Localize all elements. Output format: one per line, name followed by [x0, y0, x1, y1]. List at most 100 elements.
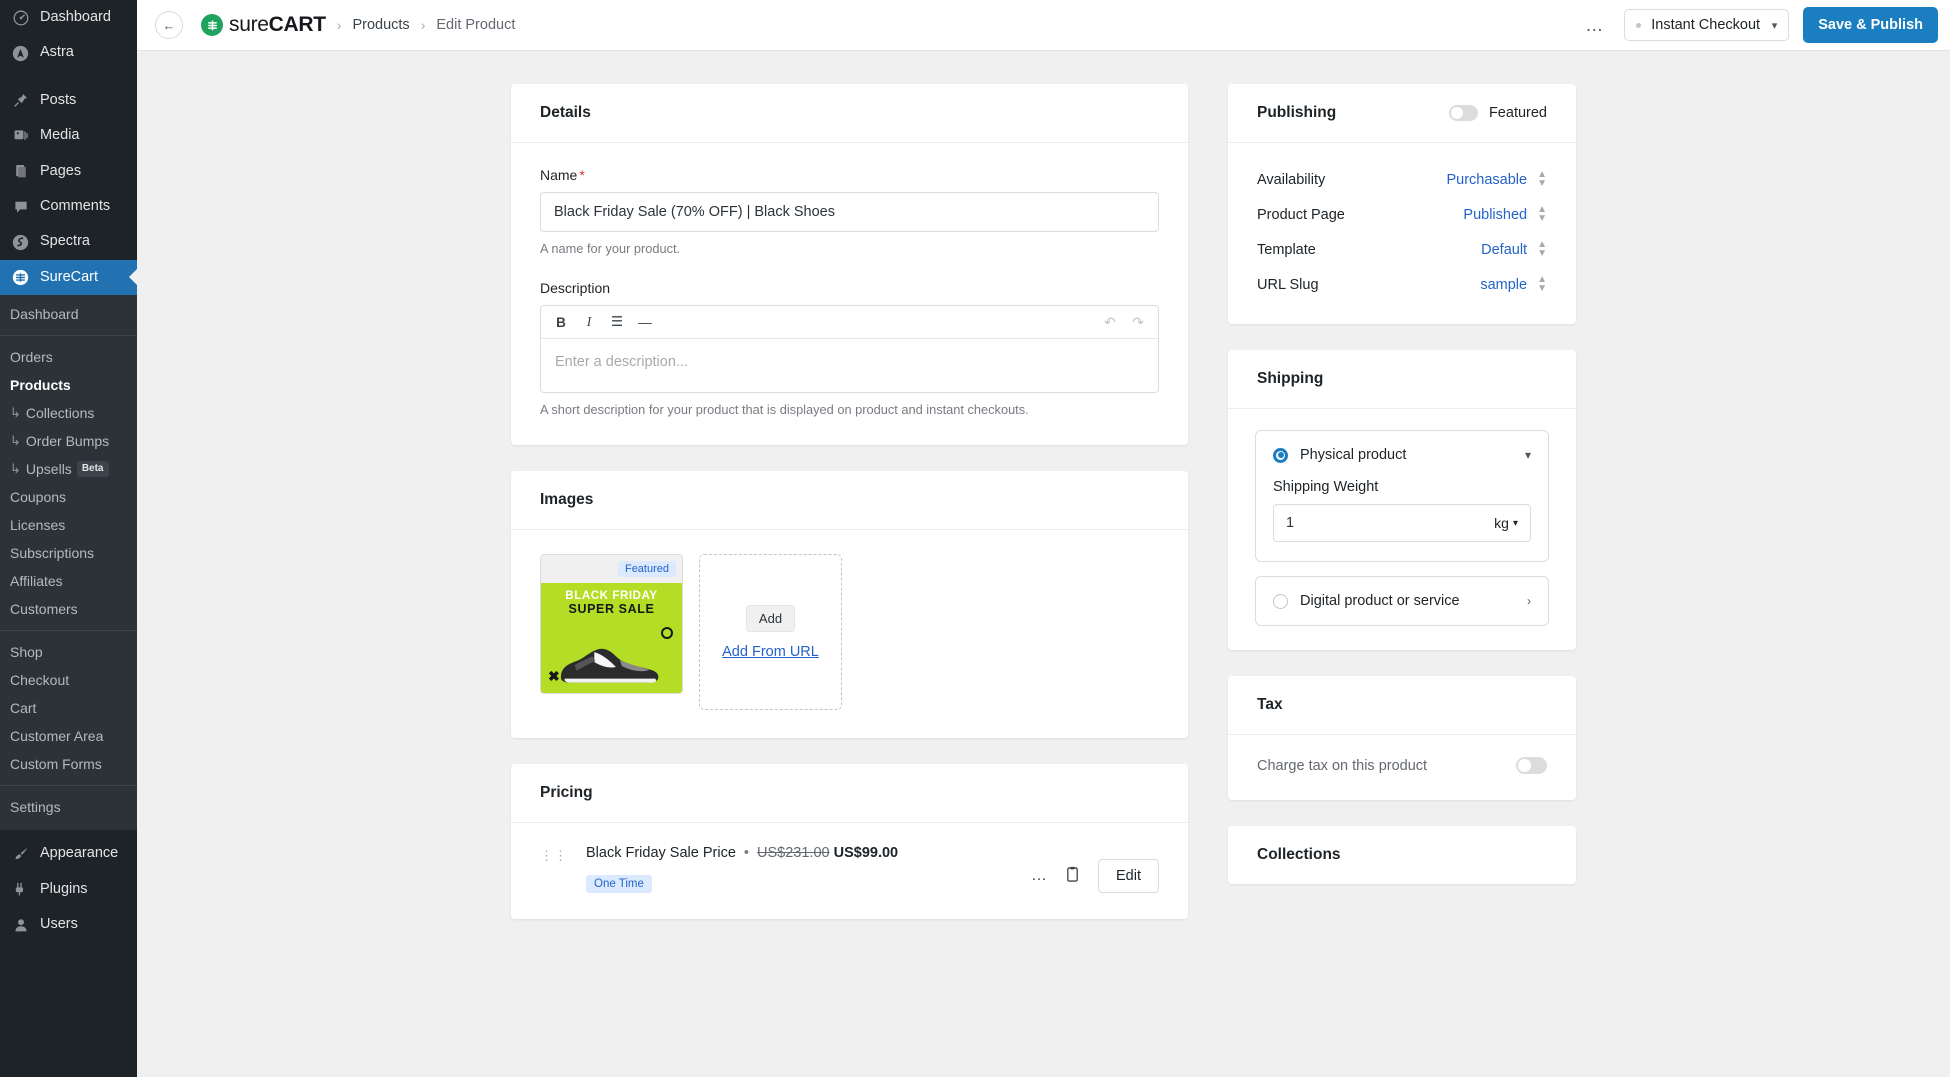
name-field-helper: A name for your product. — [540, 241, 1159, 256]
price-current: US$99.00 — [834, 845, 899, 861]
publishing-row-template: Template Default ▲▼ — [1257, 232, 1547, 267]
sidebar-item-plugins[interactable]: Plugins — [0, 872, 137, 907]
submenu-item-settings[interactable]: Settings — [0, 793, 137, 821]
sidebar-item-media[interactable]: Media — [0, 118, 137, 153]
sidebar-item-label: Users — [40, 916, 78, 933]
surecart-logo[interactable]: sureCART — [201, 13, 326, 37]
featured-toggle[interactable] — [1449, 105, 1478, 121]
images-row: Featured BLACK FRIDAY SUPER SALE — [540, 554, 1159, 710]
submenu-item-order-bumps[interactable]: ↳ Order Bumps — [0, 427, 137, 455]
sidebar-item-posts[interactable]: Posts — [0, 83, 137, 118]
chevron-right-icon[interactable]: › — [1527, 594, 1531, 608]
submenu-item-label: Collections — [26, 405, 94, 421]
redo-icon[interactable]: ↷ — [1124, 308, 1152, 336]
sidebar-item-pages[interactable]: Pages — [0, 154, 137, 189]
product-name-input[interactable] — [540, 192, 1159, 232]
product-image-thumbnail[interactable]: Featured BLACK FRIDAY SUPER SALE — [540, 554, 683, 694]
name-field-label: Name* — [540, 167, 1159, 183]
top-bar-actions: … Instant Checkout ▾ Save & Publish — [1579, 7, 1938, 43]
sidebar-item-astra[interactable]: Astra — [0, 35, 137, 70]
submenu-separator-1 — [0, 335, 137, 336]
row-key: Product Page — [1257, 207, 1345, 223]
app-root: Dashboard Astra Posts Media Pages — [0, 0, 1950, 1077]
breadcrumb-products[interactable]: Products — [352, 17, 409, 33]
shoe-graphic-icon — [555, 634, 663, 686]
radio-selected-icon[interactable] — [1273, 448, 1288, 463]
horizontal-rule-icon[interactable]: — — [631, 308, 659, 336]
media-icon — [10, 128, 31, 144]
chevron-down-icon[interactable]: ▾ — [1525, 448, 1531, 462]
physical-product-option[interactable]: Physical product ▾ Shipping Weight kg ▾ — [1255, 430, 1549, 562]
drag-handle-icon[interactable]: ⋮⋮ — [540, 849, 568, 862]
shipping-weight-label: Shipping Weight — [1273, 479, 1531, 495]
duplicate-icon[interactable] — [1065, 866, 1080, 887]
italic-icon[interactable]: I — [575, 308, 603, 336]
row-value[interactable]: Purchasable — [1446, 172, 1527, 188]
shipping-weight-input[interactable] — [1286, 515, 1494, 531]
stepper-icon[interactable]: ▲▼ — [1537, 171, 1547, 188]
submenu-item-dashboard[interactable]: Dashboard — [0, 300, 137, 328]
right-column: Publishing Featured Availability Purchas… — [1228, 84, 1576, 1077]
submenu-item-coupons[interactable]: Coupons — [0, 483, 137, 511]
price-more-options-icon[interactable]: … — [1031, 868, 1047, 884]
dot-decoration-icon — [661, 627, 673, 639]
sub-arrow-icon: ↳ — [10, 461, 21, 477]
bold-icon[interactable]: B — [547, 308, 575, 336]
row-value[interactable]: Published — [1463, 207, 1527, 223]
submenu-item-shop[interactable]: Shop — [0, 638, 137, 666]
add-from-url-link[interactable]: Add From URL — [722, 644, 819, 660]
back-button[interactable]: ← — [155, 11, 183, 39]
price-edit-button[interactable]: Edit — [1098, 859, 1159, 893]
stepper-icon[interactable]: ▲▼ — [1537, 276, 1547, 293]
images-card-body: Featured BLACK FRIDAY SUPER SALE — [511, 530, 1188, 738]
sidebar-item-appearance[interactable]: Appearance — [0, 836, 137, 871]
submenu-item-label: Dashboard — [10, 306, 79, 322]
radio-unselected-icon[interactable] — [1273, 594, 1288, 609]
submenu-item-licenses[interactable]: Licenses — [0, 511, 137, 539]
save-and-publish-button[interactable]: Save & Publish — [1803, 7, 1938, 43]
row-value[interactable]: Default — [1481, 242, 1527, 258]
submenu-item-products[interactable]: Products — [0, 371, 137, 399]
publishing-row-url-slug: URL Slug sample ▲▼ — [1257, 267, 1547, 302]
sidebar-item-surecart[interactable]: SureCart — [0, 260, 137, 295]
submenu-item-customers[interactable]: Customers — [0, 595, 137, 623]
submenu-item-orders[interactable]: Orders — [0, 343, 137, 371]
sidebar-item-dashboard[interactable]: Dashboard — [0, 0, 137, 35]
add-image-button[interactable]: Add — [746, 605, 795, 632]
physical-option-head: Physical product ▾ — [1273, 447, 1531, 463]
sidebar-item-comments[interactable]: Comments — [0, 189, 137, 224]
sidebar-item-users[interactable]: Users — [0, 907, 137, 942]
chevron-down-icon: ▾ — [1513, 518, 1518, 529]
back-arrow-icon: ← — [163, 18, 176, 33]
weight-unit-select[interactable]: kg ▾ — [1494, 515, 1518, 531]
submenu-item-collections[interactable]: ↳ Collections — [0, 399, 137, 427]
row-value[interactable]: sample — [1480, 277, 1527, 293]
tax-card-title: Tax — [1228, 676, 1576, 735]
list-icon[interactable]: ☰ — [603, 308, 631, 336]
submenu-item-label: Affiliates — [10, 573, 63, 589]
digital-product-option[interactable]: Digital product or service › — [1255, 576, 1549, 626]
submenu-item-custom-forms[interactable]: Custom Forms — [0, 750, 137, 778]
sidebar-item-spectra[interactable]: Spectra — [0, 224, 137, 259]
description-textarea[interactable]: Enter a description... — [541, 339, 1158, 392]
surecart-icon — [10, 269, 31, 286]
submenu-item-label: Licenses — [10, 517, 65, 533]
stepper-icon[interactable]: ▲▼ — [1537, 241, 1547, 258]
beta-badge: Beta — [77, 461, 109, 477]
images-card: Images Featured BLACK FRIDAY SUPER SALE — [511, 471, 1188, 738]
submenu-item-upsells[interactable]: ↳ Upsells Beta — [0, 455, 137, 483]
tax-card: Tax Charge tax on this product — [1228, 676, 1576, 800]
submenu-item-affiliates[interactable]: Affiliates — [0, 567, 137, 595]
add-image-dropzone[interactable]: Add Add From URL — [699, 554, 842, 710]
submenu-item-label: Shop — [10, 644, 43, 660]
left-column: Details Name* A name for your product. D… — [511, 84, 1188, 1077]
submenu-item-checkout[interactable]: Checkout — [0, 666, 137, 694]
stepper-icon[interactable]: ▲▼ — [1537, 206, 1547, 223]
more-options-icon[interactable]: … — [1579, 16, 1610, 34]
submenu-item-subscriptions[interactable]: Subscriptions — [0, 539, 137, 567]
charge-tax-toggle[interactable] — [1516, 757, 1547, 774]
submenu-item-cart[interactable]: Cart — [0, 694, 137, 722]
undo-icon[interactable]: ↶ — [1096, 308, 1124, 336]
submenu-item-customer-area[interactable]: Customer Area — [0, 722, 137, 750]
instant-checkout-select[interactable]: Instant Checkout ▾ — [1624, 9, 1789, 41]
